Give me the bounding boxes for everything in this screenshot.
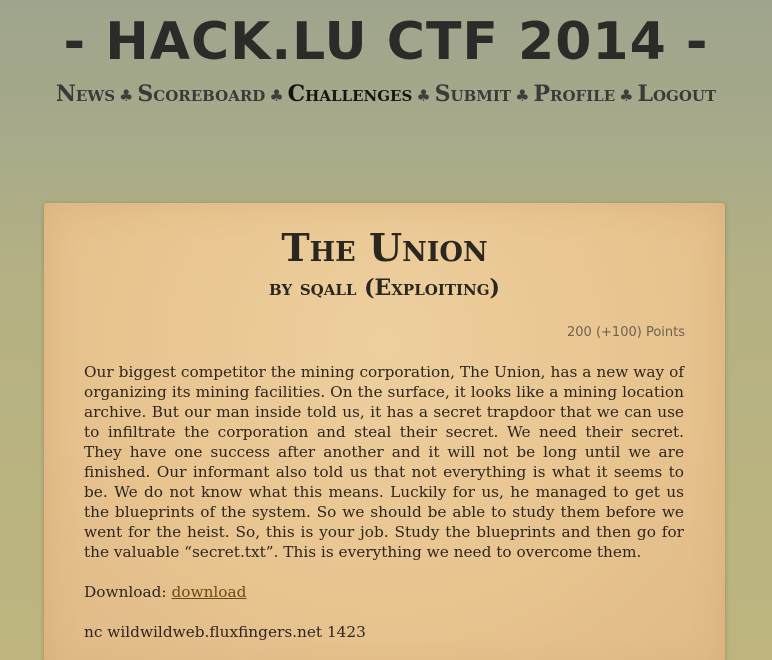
nav-submit[interactable]: Submit xyxy=(435,81,511,107)
challenge-card: The Union by sqall (Exploiting) 200 (+10… xyxy=(44,203,725,660)
site-title: - HACK.LU CTF 2014 - xyxy=(63,12,709,72)
nav-challenges[interactable]: Challenges xyxy=(288,81,413,107)
download-line: Download: download xyxy=(84,582,246,602)
challenge-description: Our biggest competitor the mining corpor… xyxy=(84,363,684,561)
club-separator-icon: ♣ xyxy=(119,86,134,105)
club-separator-icon: ♣ xyxy=(619,86,634,105)
nav-logout[interactable]: Logout xyxy=(638,81,717,107)
club-separator-icon: ♣ xyxy=(269,86,284,105)
download-link[interactable]: download xyxy=(171,583,246,601)
netcat-command: nc wildwildweb.fluxfingers.net 1423 xyxy=(84,623,366,641)
challenge-title: The Union xyxy=(281,225,488,270)
club-separator-icon: ♣ xyxy=(416,86,431,105)
download-label: Download: xyxy=(84,583,167,601)
nav-profile[interactable]: Profile xyxy=(533,81,615,107)
club-separator-icon: ♣ xyxy=(515,86,530,105)
nav-news[interactable]: News xyxy=(56,81,115,107)
nav-scoreboard[interactable]: Scoreboard xyxy=(137,81,265,107)
challenge-byline: by sqall (Exploiting) xyxy=(269,275,500,301)
challenge-points: 200 (+100) Points xyxy=(567,325,685,340)
main-nav: News ♣ Scoreboard ♣ Challenges ♣ Submit ♣ Profil… xyxy=(0,80,772,110)
